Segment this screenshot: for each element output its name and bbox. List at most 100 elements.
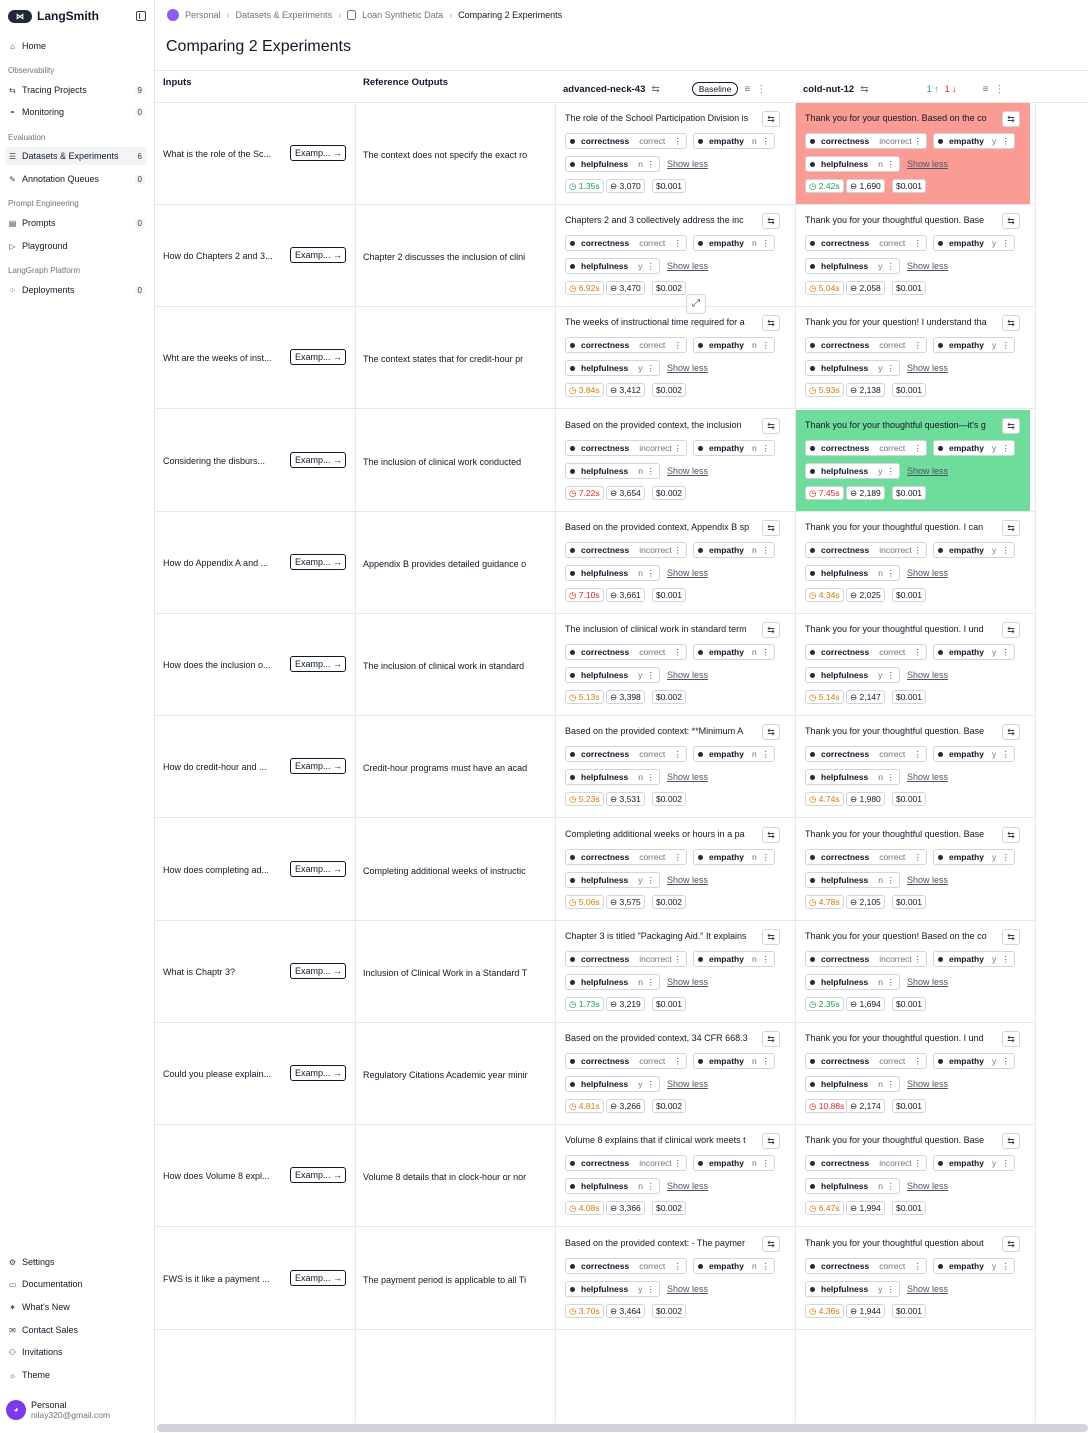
feedback-empathy[interactable]: empathy n ⋮ [693,133,775,149]
more-icon[interactable]: ⋮ [647,466,656,477]
more-icon[interactable]: ⋮ [887,977,896,988]
feedback-empathy[interactable]: empathy y ⋮ [933,440,1015,456]
token-badge[interactable]: ⊖ 1,994 [846,1201,885,1215]
sidebar-item-contact-sales[interactable]: ✉ Contact Sales [5,1321,147,1339]
feedback-helpfulness[interactable]: helpfulness y ⋮ [805,258,900,274]
more-icon[interactable]: ⋮ [887,1181,896,1192]
feedback-helpfulness[interactable]: helpfulness n ⋮ [805,565,900,581]
cost-badge[interactable]: $0.001 [892,1201,926,1215]
sidebar-item-playground[interactable]: ▷ Playground [5,237,147,255]
feedback-correctness[interactable]: correctness incorrect ⋮ [565,542,687,558]
more-icon[interactable]: ⋮ [887,261,896,272]
more-icon[interactable]: ⋮ [762,136,771,147]
experiment-output-cell[interactable]: Thank you for your question. Based on th… [796,103,1030,204]
latency-badge[interactable]: ◷ 4.74s [805,792,844,806]
show-less-link[interactable]: Show less [907,875,948,885]
show-less-link[interactable]: Show less [907,1079,948,1089]
more-icon[interactable]: ⋮ [1002,1261,1011,1272]
token-badge[interactable]: ⊖ 2,058 [846,281,885,295]
compare-icon[interactable]: ⇆ [1002,1133,1020,1149]
latency-badge[interactable]: ◷ 5.14s [805,690,844,704]
feedback-correctness[interactable]: correctness correct ⋮ [565,1053,687,1069]
feedback-correctness[interactable]: correctness correct ⋮ [805,440,927,456]
show-less-link[interactable]: Show less [907,977,948,987]
sidebar-toggle-icon[interactable] [136,11,146,21]
baseline-badge[interactable]: Baseline [691,82,739,96]
feedback-correctness[interactable]: correctness correct ⋮ [565,1258,687,1274]
more-icon[interactable]: ⋮ [887,466,896,477]
token-badge[interactable]: ⊖ 3,575 [606,895,645,909]
more-icon[interactable]: ⋮ [674,954,683,965]
feedback-helpfulness[interactable]: helpfulness n ⋮ [805,974,900,990]
compare-icon[interactable]: ⇆ [1002,622,1020,638]
compare-icon[interactable]: ⇆ [762,315,780,331]
example-button[interactable]: Examp... → [290,861,346,877]
example-button[interactable]: Examp... → [290,1167,346,1183]
latency-badge[interactable]: ◷ 1.73s [565,997,604,1011]
sidebar-item-settings[interactable]: ⚙ Settings [5,1253,147,1271]
latency-badge[interactable]: ◷ 4.08s [565,1201,604,1215]
improved-count[interactable]: 1 ↑ [927,84,939,94]
feedback-empathy[interactable]: empathy n ⋮ [693,1155,775,1171]
sidebar-item-prompts[interactable]: ▤ Prompts 0 [5,214,147,232]
token-badge[interactable]: ⊖ 3,464 [606,1304,645,1318]
experiment-output-cell[interactable]: Based on the provided context: **Minimum… [556,716,790,817]
compare-icon[interactable]: ⇆ [651,84,659,95]
sidebar-item-monitoring[interactable]: ◓ Monitoring 0 [5,103,147,121]
experiment-output-cell[interactable]: Thank you for your question! I understan… [796,307,1030,408]
feedback-helpfulness[interactable]: helpfulness y ⋮ [565,1281,660,1297]
compare-icon[interactable]: ⇆ [1002,418,1020,434]
token-badge[interactable]: ⊖ 3,219 [606,997,645,1011]
more-icon[interactable]: ⋮ [887,875,896,886]
more-icon[interactable]: ⋮ [1002,852,1011,863]
feedback-correctness[interactable]: correctness incorrect ⋮ [805,133,927,149]
sidebar-item-theme[interactable]: ☼ Theme [5,1366,147,1384]
more-icon[interactable]: ⋮ [647,1181,656,1192]
cost-badge[interactable]: $0.002 [652,690,686,704]
logo[interactable]: ⋈ LangSmith [8,9,99,23]
more-icon[interactable]: ⋮ [762,340,771,351]
feedback-empathy[interactable]: empathy y ⋮ [933,133,1015,149]
token-badge[interactable]: ⊖ 3,412 [606,383,645,397]
sidebar-item-annotation-queues[interactable]: ✎ Annotation Queues 0 [5,170,147,188]
token-badge[interactable]: ⊖ 1,690 [846,179,885,193]
feedback-helpfulness[interactable]: helpfulness n ⋮ [805,1178,900,1194]
show-less-link[interactable]: Show less [907,670,948,680]
feedback-helpfulness[interactable]: helpfulness n ⋮ [565,565,660,581]
show-less-link[interactable]: Show less [907,363,948,373]
latency-badge[interactable]: ◷ 5.23s [565,792,604,806]
feedback-helpfulness[interactable]: helpfulness n ⋮ [805,1076,900,1092]
more-icon[interactable]: ⋮ [647,568,656,579]
latency-badge[interactable]: ◷ 10.88s [805,1099,849,1113]
cost-badge[interactable]: $0.001 [892,997,926,1011]
experiment-output-cell[interactable]: Thank you for your thoughtful question—i… [796,410,1030,511]
latency-badge[interactable]: ◷ 4.81s [565,1099,604,1113]
latency-badge[interactable]: ◷ 7.45s [805,486,844,500]
token-badge[interactable]: ⊖ 2,174 [846,1099,885,1113]
more-icon[interactable]: ⋮ [914,954,923,965]
more-icon[interactable]: ⋮ [762,647,771,658]
experiment-output-cell[interactable]: Thank you for your question! Based on th… [796,921,1030,1022]
show-less-link[interactable]: Show less [667,670,708,680]
show-less-link[interactable]: Show less [667,466,708,476]
cost-badge[interactable]: $0.001 [892,895,926,909]
more-icon[interactable]: ⋮ [647,670,656,681]
compare-icon[interactable]: ⇆ [860,84,868,95]
more-icon[interactable]: ⋮ [887,159,896,170]
example-button[interactable]: Examp... → [290,452,346,468]
experiment-output-cell[interactable]: Volume 8 explains that if clinical work … [556,1125,790,1226]
filter-icon[interactable]: ≡ [744,84,750,95]
latency-badge[interactable]: ◷ 5.06s [565,895,604,909]
feedback-helpfulness[interactable]: helpfulness y ⋮ [565,360,660,376]
more-icon[interactable]: ⋮ [887,1284,896,1295]
feedback-correctness[interactable]: correctness correct ⋮ [805,337,927,353]
feedback-correctness[interactable]: correctness correct ⋮ [565,746,687,762]
show-less-link[interactable]: Show less [667,772,708,782]
show-less-link[interactable]: Show less [907,568,948,578]
sidebar-item-tracing-projects[interactable]: ⇆ Tracing Projects 9 [5,81,147,99]
experiment-output-cell[interactable]: Thank you for your thoughtful question. … [796,614,1030,715]
cost-badge[interactable]: $0.002 [652,792,686,806]
more-icon[interactable]: ⋮ [1002,545,1011,556]
more-icon[interactable]: ⋮ [762,238,771,249]
more-icon[interactable]: ⋮ [1002,1158,1011,1169]
